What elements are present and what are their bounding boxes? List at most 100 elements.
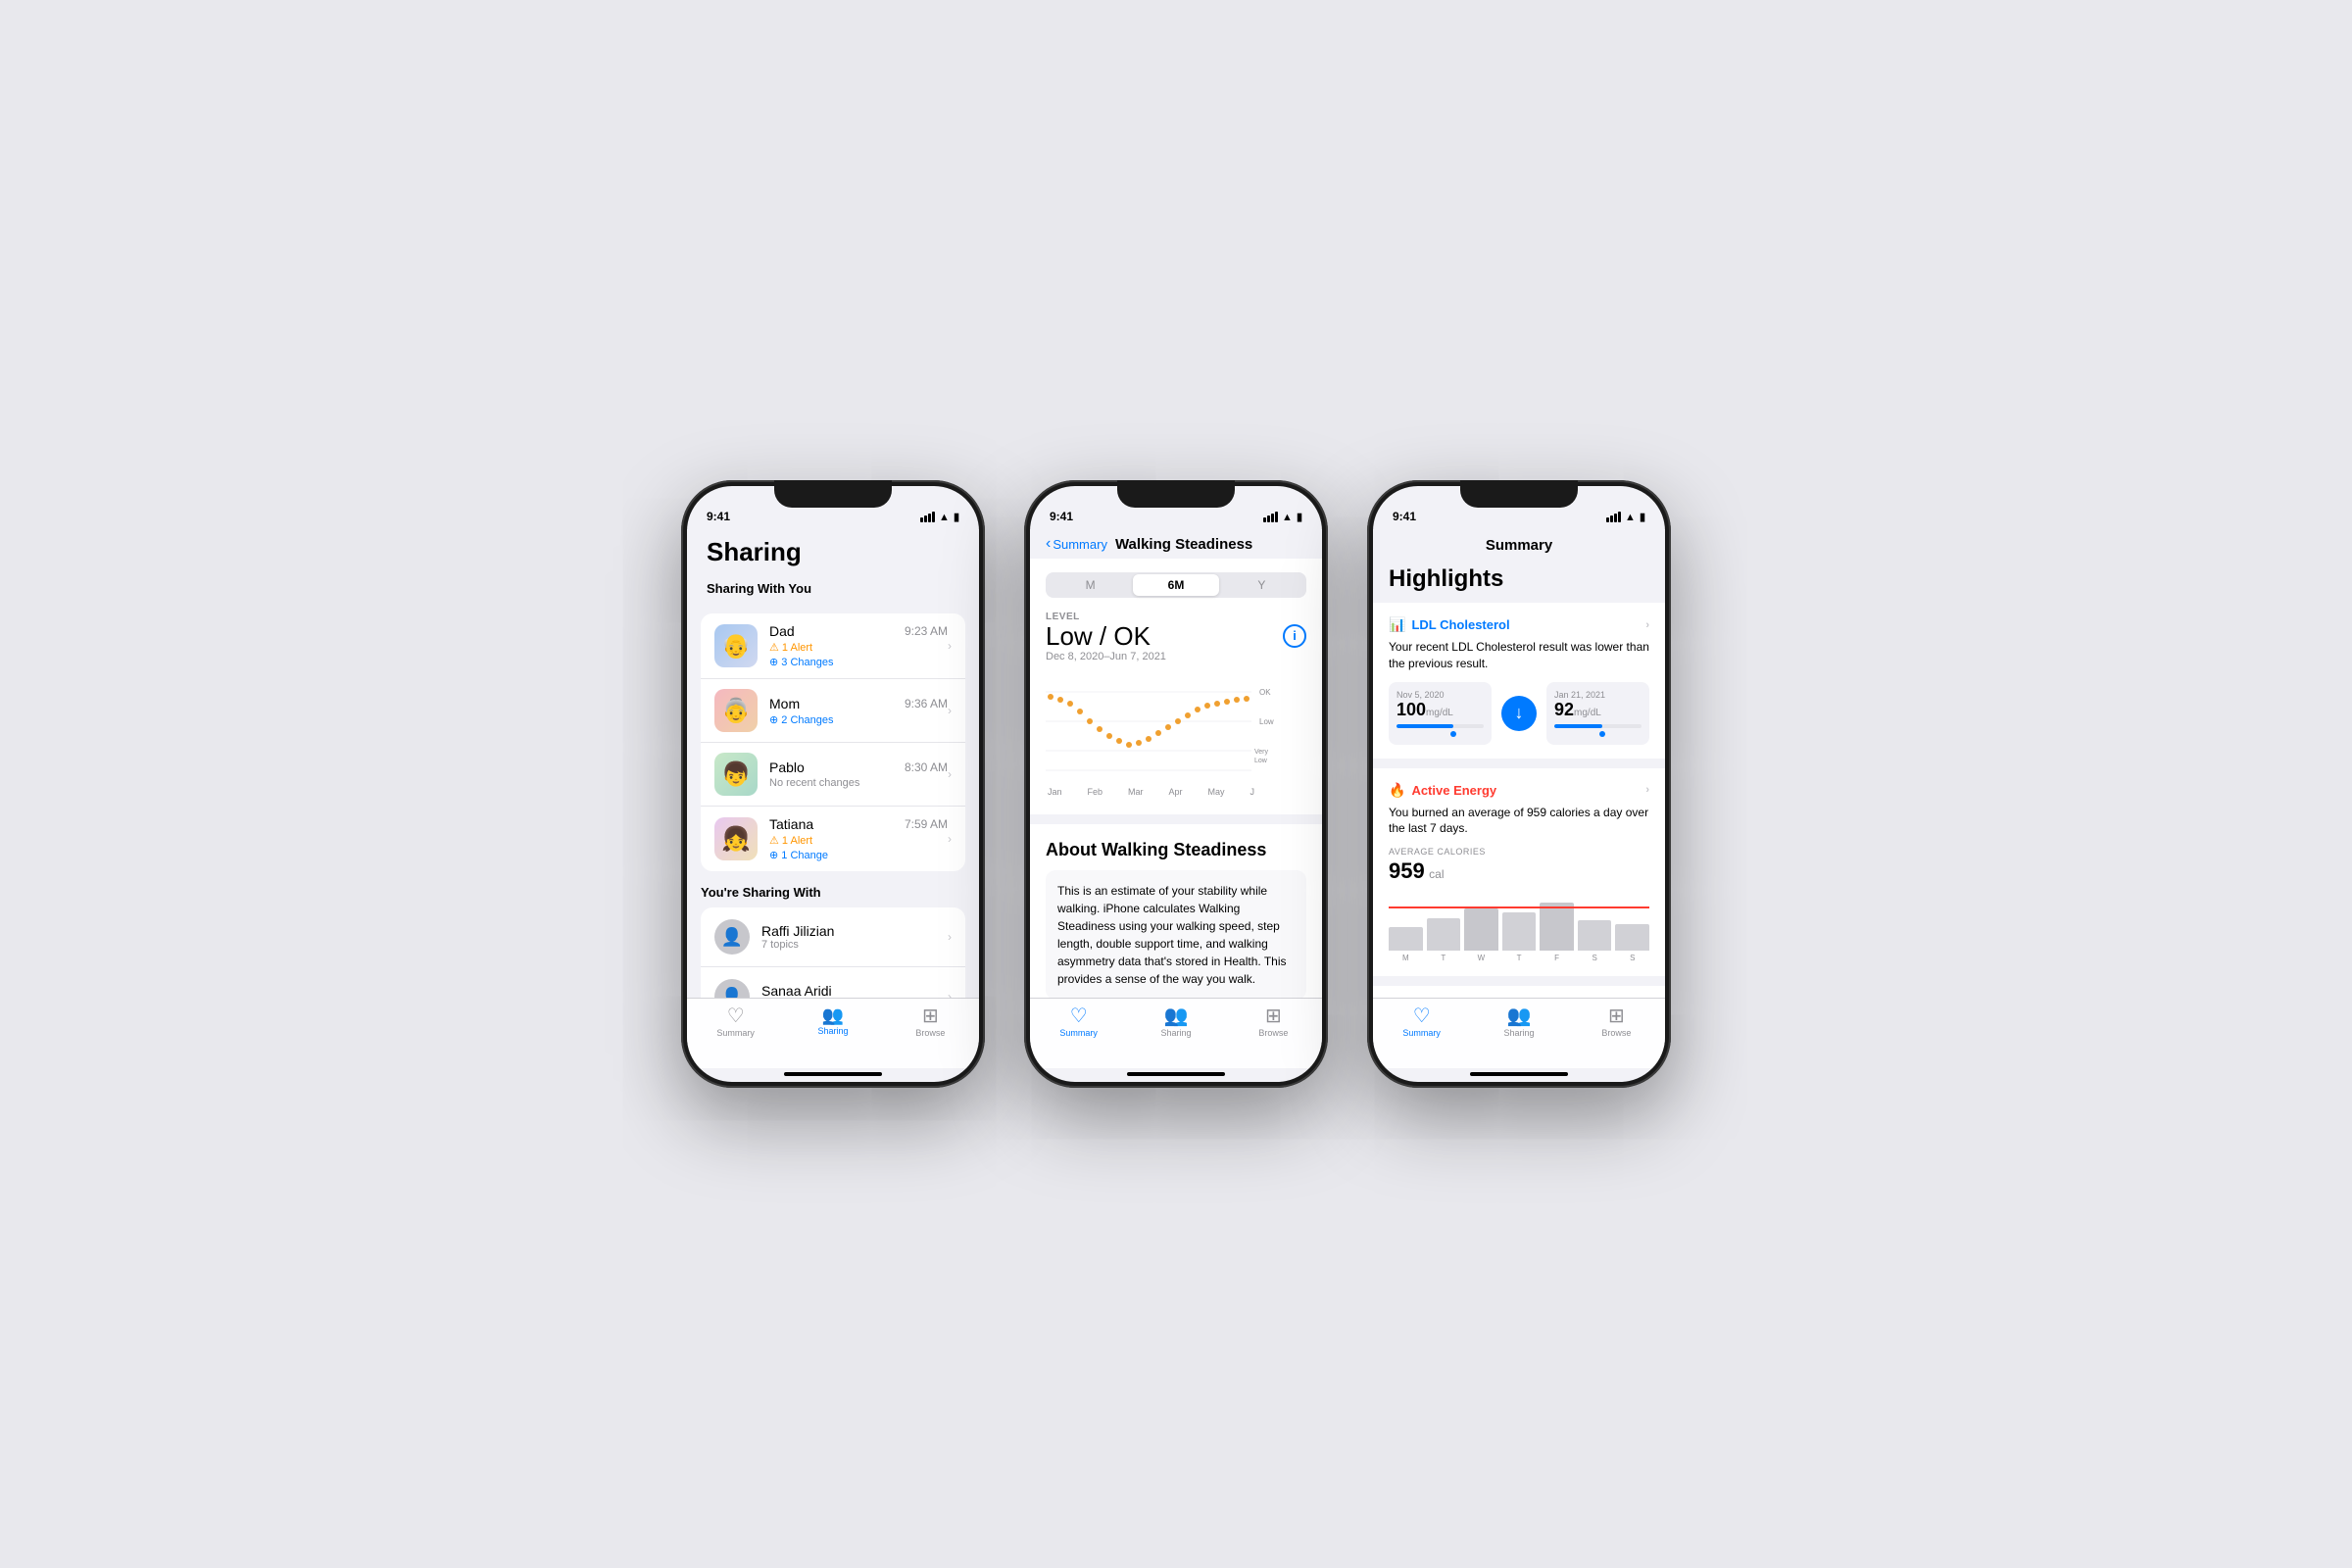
signal-bars-3 [1606,512,1621,522]
summary-screen-content: Summary Highlights 📊 LDL Cholesterol › Y… [1373,529,1665,1082]
about-text: This is an estimate of your stability wh… [1057,884,1287,986]
bar-m [1389,927,1423,951]
contact-time-tatiana: 7:59 AM [905,817,948,831]
sharing-title: Sharing [707,537,959,567]
contact-status-pablo: No recent changes [769,777,948,789]
x-label-feb: Feb [1088,787,1103,797]
active-energy-card[interactable]: 🔥 Active Energy › You burned an average … [1373,768,1665,977]
sharing-icon-1: 👥 [822,1006,844,1024]
contact-time-pablo: 8:30 AM [905,760,948,774]
ldl-card-title: 📊 LDL Cholesterol › [1389,616,1649,633]
level-value-text: Low / OK [1046,622,1151,651]
summary-scroll[interactable]: Summary Highlights 📊 LDL Cholesterol › Y… [1373,529,1665,998]
contact-changes-tatiana: ⊕ 1 Change [769,849,948,861]
contact-sanaa[interactable]: 👤 Sanaa Aridi 2 topics › [701,967,965,998]
calories-value: 959 [1389,858,1425,883]
walking-nav-title: Walking Steadiness [1115,536,1252,553]
browse-icon-2: ⊞ [1265,1006,1282,1026]
status-icons-1: ▲ ▮ [920,511,959,523]
status-time-2: 9:41 [1050,510,1073,523]
tab-browse-2[interactable]: ⊞ Browse [1225,1006,1322,1038]
battery-icon-3: ▮ [1640,511,1645,523]
heart-rate-card[interactable]: ❤️ Heart Rate: Recovery › In the 3 minut… [1373,986,1665,998]
bar-s2 [1615,924,1649,951]
wifi-icon-3: ▲ [1625,512,1636,523]
changes-badge-dad: ⊕ 3 Changes [769,656,833,668]
calories-unit: cal [1429,867,1444,881]
calories-value-row: 959 cal [1389,858,1649,884]
contact-name-tatiana: Tatiana [769,816,813,832]
youre-sharing-section: You're Sharing With 👤 Raffi Jilizian 7 t… [687,885,979,998]
info-button[interactable]: i [1283,624,1306,648]
bar-label-t2: T [1502,954,1537,962]
tab-bar-1: ♡ Summary 👥 Sharing ⊞ Browse [687,998,979,1068]
status-time-1: 9:41 [707,510,730,523]
info-sanaa: Sanaa Aridi 2 topics [761,983,948,998]
info-raffi: Raffi Jilizian 7 topics [761,923,948,951]
youre-sharing-list: 👤 Raffi Jilizian 7 topics › 👤 [701,907,965,998]
tab-label-sharing-1: Sharing [817,1026,848,1036]
walking-scroll[interactable]: ‹ Summary Walking Steadiness M 6M Y [1030,529,1322,998]
tab-sharing-2[interactable]: 👥 Sharing [1127,1006,1224,1038]
tab-6m[interactable]: 6M [1133,574,1218,596]
x-label-jan: Jan [1048,787,1062,797]
contact-raffi[interactable]: 👤 Raffi Jilizian 7 topics › [701,907,965,967]
phones-container: 9:41 ▲ ▮ Sharing Shari [681,480,1671,1088]
tab-sharing-1[interactable]: 👥 Sharing [784,1006,881,1036]
no-changes-pablo: No recent changes [769,777,859,789]
contact-name-dad: Dad [769,623,795,639]
tab-summary-3[interactable]: ♡ Summary [1373,1006,1470,1038]
tab-bar-2: ♡ Summary 👥 Sharing ⊞ Browse [1030,998,1322,1068]
battery-icon-2: ▮ [1297,511,1302,523]
phone-walking: 9:41 ▲ ▮ ‹ [1024,480,1328,1088]
level-value-row: Low / OK i [1046,622,1306,651]
bar-label-f: F [1540,954,1574,962]
about-title: About Walking Steadiness [1046,840,1306,860]
changes-badge-tatiana: ⊕ 1 Change [769,849,828,861]
phone-summary: 9:41 ▲ ▮ Summary High [1367,480,1671,1088]
avatar-raffi: 👤 [714,919,750,955]
tab-y[interactable]: Y [1219,574,1304,596]
avatar-mom: 👵 [714,689,758,732]
svg-text:Very: Very [1254,749,1269,756]
tab-m[interactable]: M [1048,574,1133,596]
ldl-before-date: Nov 5, 2020 [1396,690,1484,700]
back-button[interactable]: ‹ Summary [1046,535,1107,553]
ldl-before-fill [1396,724,1453,728]
contact-name-mom: Mom [769,696,800,711]
x-label-j: J [1250,787,1254,797]
contact-time-dad: 9:23 AM [905,624,948,638]
tab-sharing-3[interactable]: 👥 Sharing [1470,1006,1567,1038]
notch-1 [774,480,892,508]
ldl-title-text: LDL Cholesterol [1411,617,1509,632]
contact-mom[interactable]: 👵 Mom 9:36 AM ⊕ 2 Changes [701,679,965,743]
contact-pablo[interactable]: 👦 Pablo 8:30 AM No recent changes [701,743,965,807]
contact-info-dad: Dad 9:23 AM ⚠ 1 Alert ⊕ 3 Changes [769,623,948,668]
signal-bars-2 [1263,512,1278,522]
time-tabs: M 6M Y [1046,572,1306,598]
bar-label-t1: T [1427,954,1461,962]
tab-browse-1[interactable]: ⊞ Browse [882,1006,979,1038]
calories-label: Average Calories [1389,847,1649,857]
topics-raffi: 7 topics [761,939,948,951]
tab-label-sharing-3: Sharing [1503,1028,1534,1038]
tab-bar-3: ♡ Summary 👥 Sharing ⊞ Browse [1373,998,1665,1068]
tab-summary-2[interactable]: ♡ Summary [1030,1006,1127,1038]
sharing-header: Sharing Sharing With You [687,529,979,613]
ldl-after-unit: mg/dL [1574,708,1601,718]
tab-label-browse-3: Browse [1601,1028,1631,1038]
notch-3 [1460,480,1578,508]
tab-browse-3[interactable]: ⊞ Browse [1568,1006,1665,1038]
alert-badge-tatiana: ⚠ 1 Alert [769,834,812,847]
ldl-card[interactable]: 📊 LDL Cholesterol › Your recent LDL Chol… [1373,603,1665,759]
name-raffi: Raffi Jilizian [761,923,948,939]
average-line [1389,906,1649,908]
signal-bars-1 [920,512,935,522]
contact-tatiana[interactable]: 👧 Tatiana 7:59 AM ⚠ 1 Alert [701,807,965,871]
sharing-scroll[interactable]: Sharing Sharing With You 👴 Dad [687,529,979,998]
chart-wrap: OK Low Very Low Jan Feb Mar Apr [1046,672,1306,797]
contact-dad[interactable]: 👴 Dad 9:23 AM ⚠ 1 Alert [701,613,965,679]
ldl-chevron: › [1645,619,1649,631]
tab-summary-1[interactable]: ♡ Summary [687,1006,784,1038]
contact-status-dad: ⚠ 1 Alert [769,641,948,654]
